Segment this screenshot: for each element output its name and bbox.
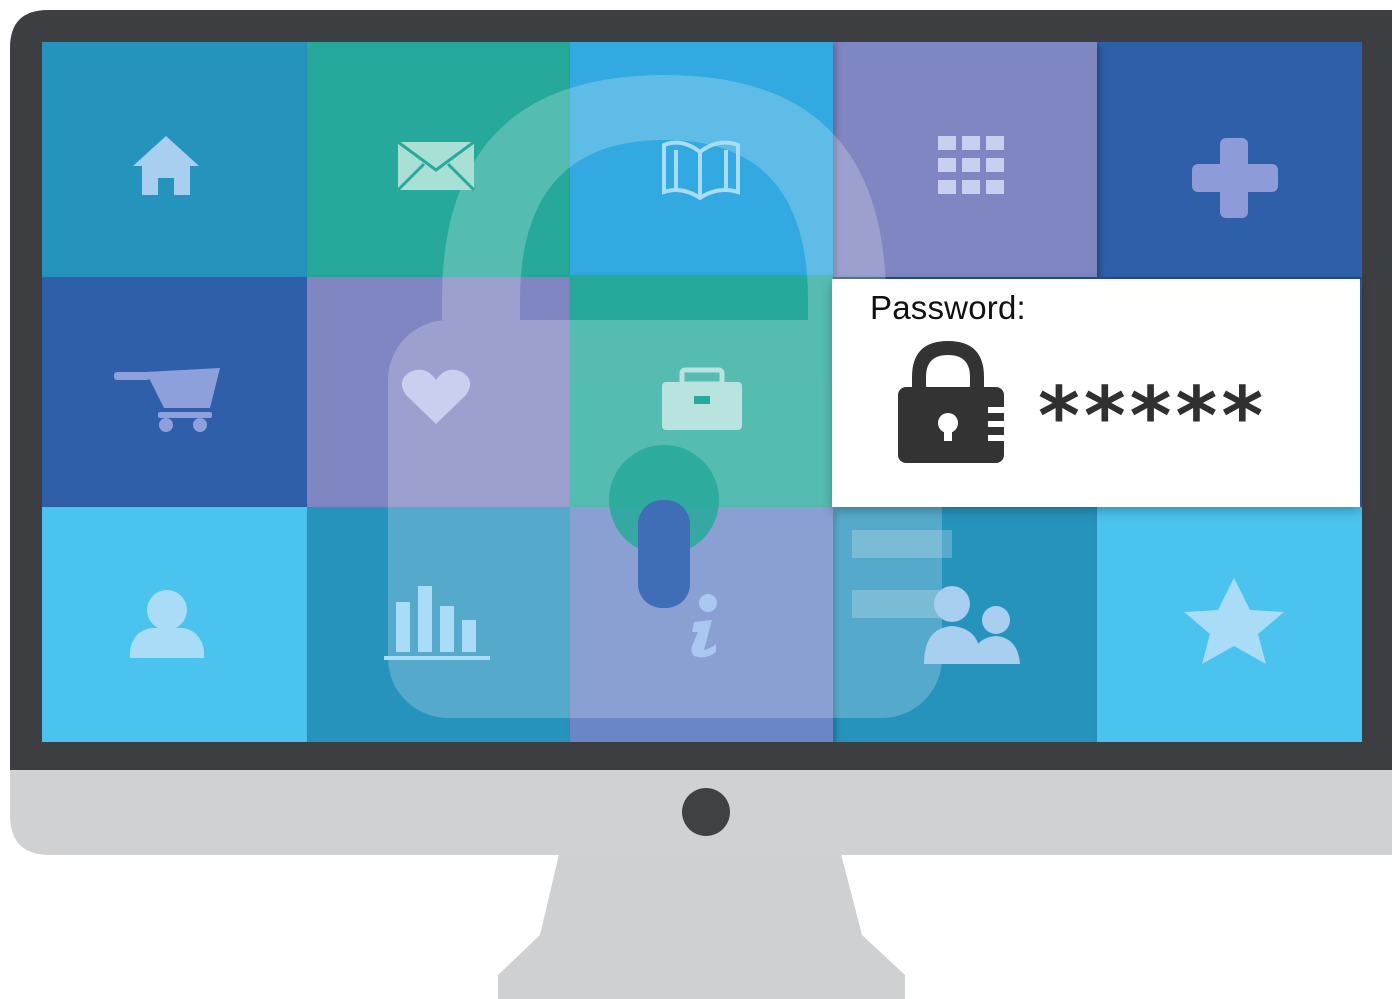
tile-cart[interactable] — [42, 277, 307, 507]
password-field[interactable]: ***** — [1038, 377, 1267, 457]
padlock-icon — [898, 341, 1004, 463]
password-label: Password: — [870, 289, 1026, 326]
tile-user[interactable] — [42, 507, 307, 742]
monitor-stand — [498, 850, 905, 999]
tile-star[interactable] — [1097, 507, 1362, 742]
tile-plus[interactable] — [1097, 42, 1362, 277]
password-panel[interactable]: Password: ***** — [832, 279, 1360, 507]
monitor-scene: Password: ***** — [0, 0, 1392, 999]
camera-dot — [682, 788, 730, 836]
tile-home[interactable] — [42, 42, 307, 277]
